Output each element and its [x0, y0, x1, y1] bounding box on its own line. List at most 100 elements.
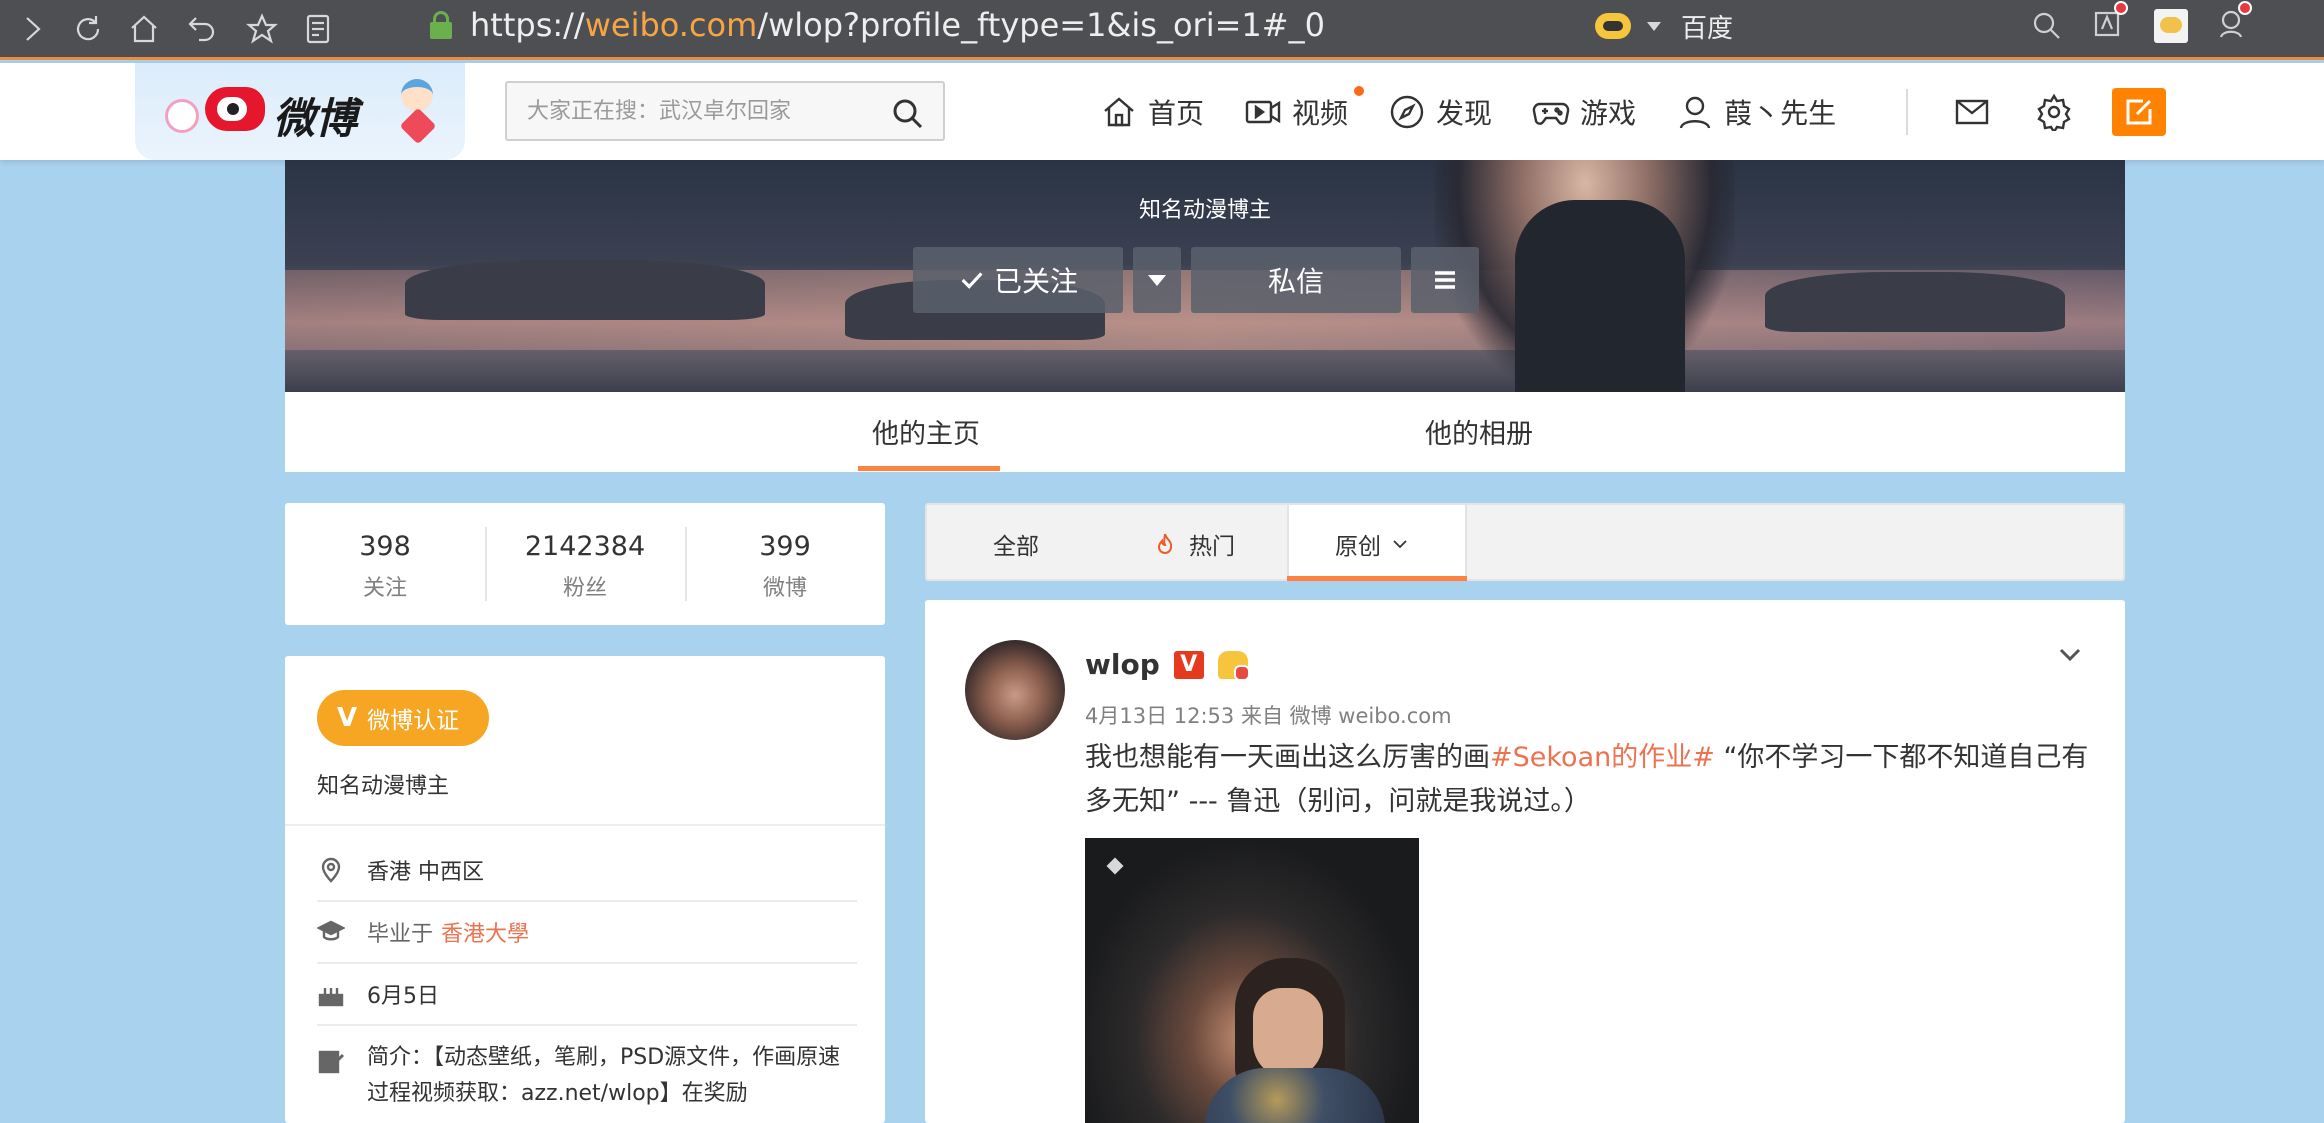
undo-icon[interactable] — [176, 5, 224, 53]
cover-action-buttons: 已关注 私信 — [913, 247, 1489, 313]
compose-button[interactable] — [2112, 87, 2167, 136]
author-name[interactable]: wlop — [1085, 648, 1160, 681]
post-text-start: 我也想能有一天画出这么厉害的画 — [1085, 742, 1490, 773]
profile-stats: 398 关注 2142384 粉丝 399 微博 — [285, 503, 885, 625]
education-prefix: 毕业于 — [367, 922, 434, 947]
stat-value: 399 — [759, 531, 811, 562]
mail-icon — [1955, 99, 1989, 124]
menu-icon — [1435, 271, 1455, 289]
chevron-down-icon — [1393, 540, 1407, 549]
chevron-down-icon — [2059, 648, 2081, 662]
new-video-dot — [1354, 85, 1365, 96]
nav-divider — [1906, 88, 1909, 135]
home-browser-icon[interactable] — [120, 5, 168, 53]
verified-v-icon: V — [1173, 650, 1204, 679]
address-bar[interactable]: https://weibo.com/wlop?profile_ftype=1&i… — [430, 4, 1325, 46]
refresh-icon[interactable] — [64, 5, 112, 53]
search-engine-selector[interactable]: 百度 — [1595, 6, 1733, 46]
notification-dot — [2114, 1, 2128, 15]
post-body: 我也想能有一天画出这么厉害的画#Sekoan的作业# “你不学习一下都不知道自己… — [1085, 736, 2095, 824]
info-location: 香港 中西区 — [317, 840, 857, 902]
followed-button[interactable]: 已关注 — [913, 247, 1123, 313]
education-school-link[interactable]: 香港大學 — [441, 916, 529, 948]
search-icon[interactable] — [891, 97, 925, 131]
stat-label: 关注 — [362, 576, 407, 601]
tab-album[interactable]: 他的相册 — [1425, 412, 1533, 451]
post-author: wlop V — [1085, 648, 1250, 681]
forward-icon[interactable] — [8, 5, 56, 53]
nav-item-label: 首页 — [1148, 96, 1205, 130]
post-options-button[interactable] — [2055, 640, 2085, 670]
search-input[interactable] — [527, 98, 887, 124]
stat-posts[interactable]: 399 微博 — [685, 503, 885, 625]
edit-icon — [2126, 99, 2152, 124]
v-badge-icon: V — [337, 703, 358, 733]
verified-title: 知名动漫博主 — [1138, 198, 1271, 223]
weibo-top-nav: 微博 首页 视频 发现 游戏 葭丶先生 — [0, 63, 2324, 160]
url-domain: weibo.com — [584, 6, 758, 44]
stat-following[interactable]: 398 关注 — [285, 503, 485, 625]
member-crown-icon — [1217, 650, 1250, 681]
active-tab-indicator — [858, 466, 1000, 471]
gear-icon — [2037, 93, 2071, 131]
filter-hot-label: 热门 — [1189, 534, 1235, 560]
stat-label: 粉丝 — [562, 576, 607, 601]
feed-filter-bar: 全部 热门 原创 — [925, 503, 2125, 581]
weibo-eye-icon — [205, 87, 265, 131]
nav-item-games[interactable]: 游戏 — [1532, 92, 1636, 132]
tab-home[interactable]: 他的主页 — [872, 412, 980, 451]
nav-item-home[interactable]: 首页 — [1100, 92, 1204, 132]
nav-item-profile[interactable]: 葭丶先生 — [1676, 92, 1836, 132]
follow-options-button[interactable] — [1133, 247, 1181, 313]
extension-icon[interactable] — [2154, 9, 2188, 43]
more-menu-button[interactable] — [1411, 247, 1479, 313]
info-education: 毕业于 香港大學 — [316, 902, 857, 964]
active-filter-indicator — [1287, 576, 1467, 581]
bio-text: 简介：【动态壁纸，笔刷，PSD源文件，作画原速过程视频获取：azz.net/wl… — [367, 1045, 841, 1106]
verified-badge[interactable]: V 微博认证 — [317, 690, 489, 746]
logo-text: 微博 — [273, 94, 358, 143]
search-icon[interactable] — [2030, 9, 2064, 43]
post-meta: 4月13日 12:53 来自 微博 weibo.com — [1085, 704, 1452, 728]
post-hashtag-link[interactable]: #Sekoan的作业# — [1490, 742, 1715, 773]
lock-icon — [430, 11, 452, 39]
edit-note-icon — [317, 1048, 345, 1076]
message-button[interactable]: 私信 — [1191, 247, 1401, 313]
settings-button[interactable] — [2030, 88, 2078, 136]
filter-all-label: 全部 — [993, 534, 1039, 560]
info-birthday: 6月5日 — [317, 964, 857, 1026]
nav-items: 首页 视频 发现 游戏 葭丶先生 — [1100, 63, 2167, 160]
chevron-down-icon — [1647, 21, 1661, 31]
location-text: 香港 中西区 — [367, 860, 484, 885]
reader-icon[interactable] — [294, 5, 342, 53]
gamepad-icon — [1532, 102, 1570, 125]
bookmark-star-icon[interactable] — [238, 5, 286, 53]
nav-item-discover[interactable]: 发现 — [1388, 92, 1492, 132]
weibo-logo[interactable]: 微博 — [135, 63, 465, 160]
nav-item-video[interactable]: 视频 — [1244, 85, 1365, 132]
compass-icon — [1390, 95, 1424, 128]
filter-hot[interactable]: 热门 — [1153, 527, 1235, 561]
verified-description: 知名动漫博主 — [317, 774, 450, 799]
location-pin-icon — [317, 856, 345, 884]
nav-item-label: 视频 — [1292, 96, 1349, 130]
url-path: /wlop?profile_ftype=1&is_ori=1#_0 — [757, 6, 1325, 44]
filter-original[interactable]: 原创 — [1335, 527, 1409, 561]
filter-all[interactable]: 全部 — [993, 527, 1039, 561]
video-icon — [1245, 100, 1281, 123]
birthday-cake-icon — [317, 980, 345, 1008]
profile-cover: 知名动漫博主 已关注 私信 — [285, 160, 2125, 392]
messages-button[interactable] — [1948, 88, 1996, 136]
about-card: V 微博认证 知名动漫博主 香港 中西区 毕业于 香港大學 6月5日 简介：【动… — [285, 656, 885, 1123]
user-icon — [1679, 96, 1711, 129]
account-button[interactable] — [2216, 1, 2252, 45]
notification-dot — [2238, 1, 2252, 15]
graduation-cap-icon — [316, 918, 346, 946]
avatar[interactable] — [965, 640, 1065, 740]
check-icon — [961, 272, 983, 289]
stat-followers[interactable]: 2142384 粉丝 — [485, 503, 685, 625]
verified-badge-label: 微博认证 — [367, 708, 460, 734]
translate-button[interactable] — [2092, 1, 2128, 45]
chevron-down-icon — [1148, 274, 1166, 286]
post-image[interactable] — [1085, 838, 1419, 1123]
